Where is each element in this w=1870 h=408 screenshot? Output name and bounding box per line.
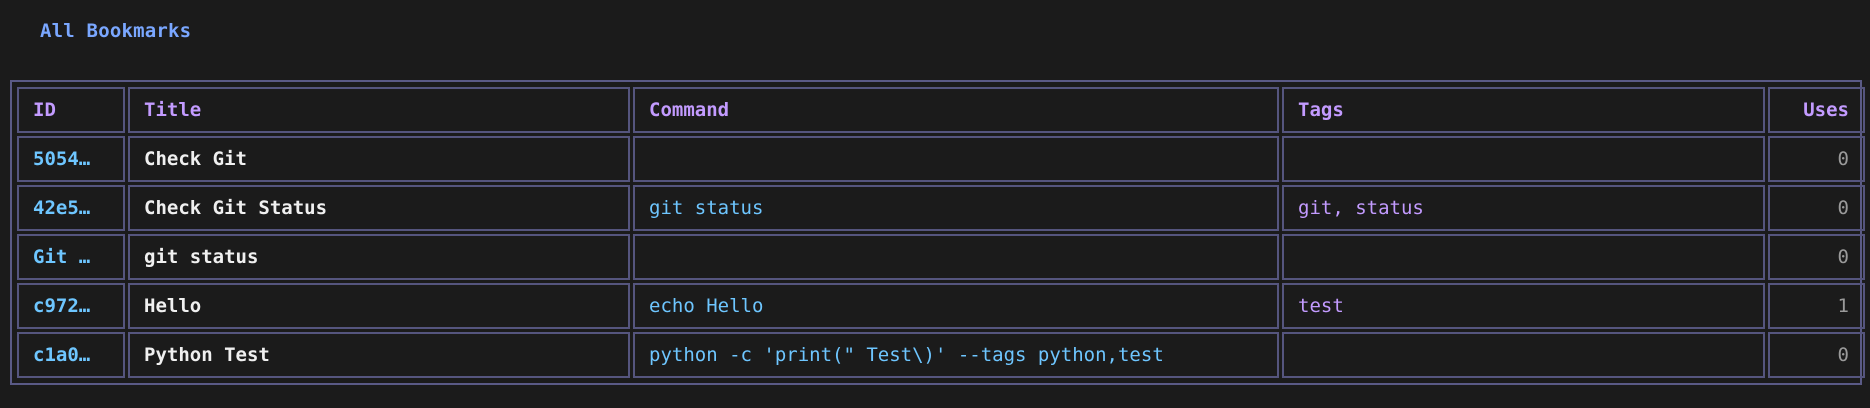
- bookmarks-table-container: ID Title Command Tags Uses 5054… Check G…: [10, 80, 1865, 385]
- column-header-command: Command: [633, 87, 1279, 133]
- table-row[interactable]: 42e5… Check Git Status git status git, s…: [17, 185, 1865, 231]
- column-header-id: ID: [17, 87, 125, 133]
- cell-uses: 1: [1768, 283, 1865, 329]
- table-row[interactable]: Git … git status 0: [17, 234, 1865, 280]
- cell-tags: [1282, 136, 1765, 182]
- cell-uses: 0: [1768, 332, 1865, 378]
- cell-command: [633, 136, 1279, 182]
- bookmarks-table: ID Title Command Tags Uses 5054… Check G…: [14, 84, 1868, 381]
- column-header-uses: Uses: [1768, 87, 1865, 133]
- cell-title: git status: [128, 234, 630, 280]
- cell-command: echo Hello: [633, 283, 1279, 329]
- page-title: All Bookmarks: [40, 20, 192, 42]
- cell-command: [633, 234, 1279, 280]
- cell-id: Git …: [17, 234, 125, 280]
- cell-id: c1a0…: [17, 332, 125, 378]
- table-row[interactable]: 5054… Check Git 0: [17, 136, 1865, 182]
- cell-uses: 0: [1768, 234, 1865, 280]
- cell-id: 5054…: [17, 136, 125, 182]
- cell-uses: 0: [1768, 136, 1865, 182]
- cell-uses: 0: [1768, 185, 1865, 231]
- cell-command: git status: [633, 185, 1279, 231]
- cell-title: Check Git: [128, 136, 630, 182]
- cell-command: python -c 'print(" Test\)' --tags python…: [633, 332, 1279, 378]
- cell-tags: [1282, 234, 1765, 280]
- cell-title: Python Test: [128, 332, 630, 378]
- column-header-title: Title: [128, 87, 630, 133]
- cell-title: Hello: [128, 283, 630, 329]
- cell-tags: git, status: [1282, 185, 1765, 231]
- table-header-row: ID Title Command Tags Uses: [17, 87, 1865, 133]
- table-row[interactable]: c972… Hello echo Hello test 1: [17, 283, 1865, 329]
- cell-id: 42e5…: [17, 185, 125, 231]
- cell-tags: [1282, 332, 1765, 378]
- cell-title: Check Git Status: [128, 185, 630, 231]
- cell-id: c972…: [17, 283, 125, 329]
- table-row[interactable]: c1a0… Python Test python -c 'print(" Tes…: [17, 332, 1865, 378]
- cell-tags: test: [1282, 283, 1765, 329]
- column-header-tags: Tags: [1282, 87, 1765, 133]
